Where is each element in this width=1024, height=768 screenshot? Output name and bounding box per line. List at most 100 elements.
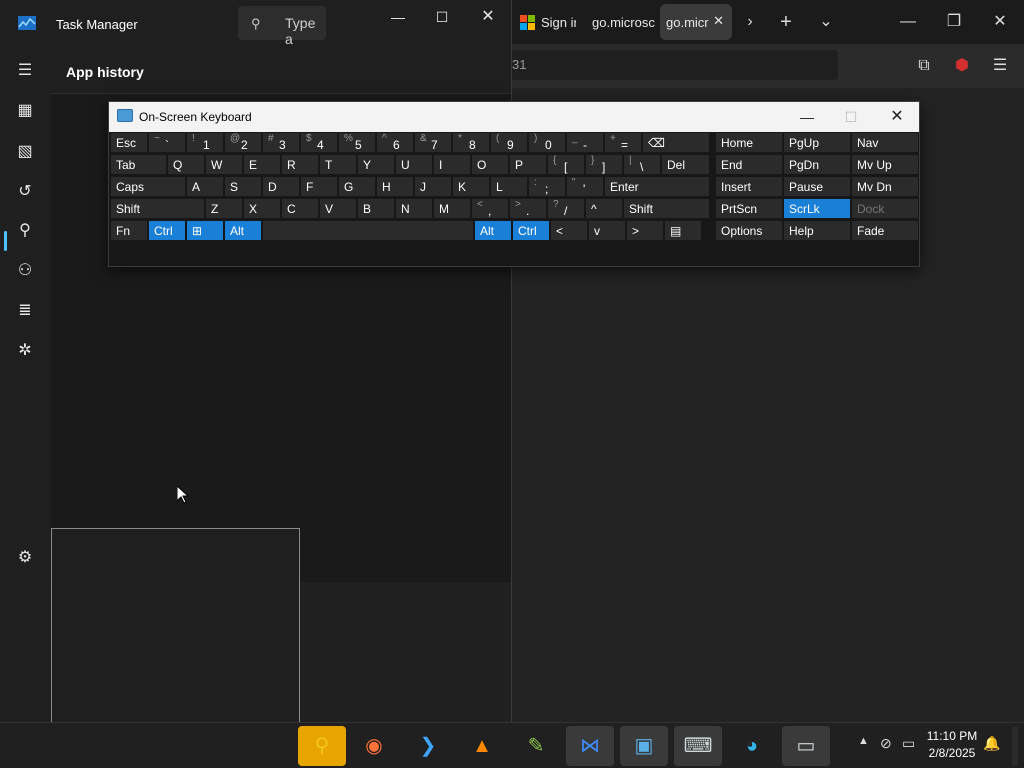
services-icon[interactable]: ✲ bbox=[12, 338, 38, 364]
key-sym8[interactable]: <, bbox=[471, 198, 509, 219]
key-sym4[interactable] bbox=[262, 220, 474, 241]
key-v[interactable]: v bbox=[588, 220, 626, 241]
key-sym9[interactable]: > bbox=[626, 220, 664, 241]
key-mvdn[interactable]: Mv Dn bbox=[851, 176, 919, 197]
key-options[interactable]: Options bbox=[715, 220, 783, 241]
app-history-icon[interactable]: ↺ bbox=[12, 179, 38, 205]
key-alt[interactable]: Alt bbox=[224, 220, 262, 241]
key-fn[interactable]: Fn bbox=[110, 220, 148, 241]
startup-apps-icon[interactable]: ⚲ bbox=[12, 218, 38, 244]
close-icon[interactable]: ✕ bbox=[466, 4, 510, 30]
key-sym12[interactable]: }] bbox=[585, 154, 623, 175]
key-nav[interactable]: Nav bbox=[851, 132, 919, 153]
firefox-icon[interactable]: ◉ bbox=[350, 726, 398, 766]
key-i[interactable]: I bbox=[433, 154, 471, 175]
key-sym11[interactable]: ^ bbox=[585, 198, 623, 219]
key-insert[interactable]: Insert bbox=[715, 176, 783, 197]
key-sym1[interactable]: ~ ` bbox=[148, 132, 186, 153]
key-q[interactable]: Q bbox=[167, 154, 205, 175]
key-sym10[interactable]: ▤ bbox=[664, 220, 702, 241]
key-0[interactable]: ) 0 bbox=[528, 132, 566, 153]
key-home[interactable]: Home bbox=[715, 132, 783, 153]
vscode-icon[interactable]: ❯ bbox=[404, 726, 452, 766]
key-z[interactable]: Z bbox=[205, 198, 243, 219]
tab-scroll-right-icon[interactable]: › bbox=[736, 8, 764, 36]
key-t[interactable]: T bbox=[319, 154, 357, 175]
key-pgdn[interactable]: PgDn bbox=[783, 154, 851, 175]
users-icon[interactable]: ⚇ bbox=[12, 258, 38, 284]
settings-icon[interactable]: ⚙ bbox=[12, 545, 38, 571]
key-sym7[interactable]: < bbox=[550, 220, 588, 241]
ublock-icon[interactable]: ⬢ bbox=[948, 52, 976, 80]
remote-desktop-icon[interactable]: ▭ bbox=[782, 726, 830, 766]
key-sym14[interactable]: ⌫ bbox=[642, 132, 710, 153]
key-k[interactable]: K bbox=[452, 176, 490, 197]
key-end[interactable]: End bbox=[715, 154, 783, 175]
clock[interactable]: 11:10 PM 2/8/2025 bbox=[926, 728, 978, 762]
details-icon[interactable]: ≣ bbox=[12, 298, 38, 324]
browser-menu-icon[interactable]: ☰ bbox=[986, 52, 1014, 80]
key-8[interactable]: * 8 bbox=[452, 132, 490, 153]
key-sym10[interactable]: ? / bbox=[547, 198, 585, 219]
key-3[interactable]: #3 bbox=[262, 132, 300, 153]
browser-tab-active[interactable]: go.micr ✕ bbox=[660, 4, 732, 40]
show-desktop-button[interactable] bbox=[1012, 727, 1018, 765]
key-6[interactable]: ^ 6 bbox=[376, 132, 414, 153]
minimize-icon[interactable]: — bbox=[787, 105, 827, 129]
key-esc[interactable]: Esc bbox=[110, 132, 148, 153]
key-e[interactable]: E bbox=[243, 154, 281, 175]
search-app-icon[interactable]: ⚲ bbox=[298, 726, 346, 766]
key-shift[interactable]: Shift bbox=[623, 198, 710, 219]
new-tab-icon[interactable]: + bbox=[772, 8, 800, 36]
key-7[interactable]: & 7 bbox=[414, 132, 452, 153]
address-bar[interactable]: 31 bbox=[510, 50, 838, 80]
key-fade[interactable]: Fade bbox=[851, 220, 919, 241]
processes-icon[interactable]: ▦ bbox=[12, 98, 38, 124]
key-sym12[interactable]: _ - bbox=[566, 132, 604, 153]
key-r[interactable]: R bbox=[281, 154, 319, 175]
key-2[interactable]: @2 bbox=[224, 132, 262, 153]
key-mvup[interactable]: Mv Up bbox=[851, 154, 919, 175]
search-box[interactable]: ⚲ Type a bbox=[238, 6, 326, 47]
key-sym11[interactable]: {[ bbox=[547, 154, 585, 175]
key-p[interactable]: P bbox=[509, 154, 547, 175]
key-sym10[interactable]: :; bbox=[528, 176, 566, 197]
key-shift[interactable]: Shift bbox=[110, 198, 205, 219]
restore-icon[interactable]: ❐ bbox=[940, 8, 968, 36]
key-4[interactable]: $4 bbox=[300, 132, 338, 153]
key-ctrl[interactable]: Ctrl bbox=[512, 220, 550, 241]
key-tab[interactable]: Tab bbox=[110, 154, 167, 175]
hamburger-menu-icon[interactable]: ☰ bbox=[12, 58, 38, 84]
key-sym11[interactable]: " ' bbox=[566, 176, 604, 197]
key-s[interactable]: S bbox=[224, 176, 262, 197]
key-pause[interactable]: Pause bbox=[783, 176, 851, 197]
minimize-icon[interactable]: — bbox=[376, 4, 420, 30]
close-tab-icon[interactable]: ✕ bbox=[713, 13, 724, 29]
key-help[interactable]: Help bbox=[783, 220, 851, 241]
key-x[interactable]: X bbox=[243, 198, 281, 219]
vlc-icon[interactable]: ▲ bbox=[458, 726, 506, 766]
performance-icon[interactable]: ▧ bbox=[12, 139, 38, 165]
edge-icon[interactable]: ◕ bbox=[728, 726, 776, 766]
key-n[interactable]: N bbox=[395, 198, 433, 219]
key-scrlk[interactable]: ScrLk bbox=[783, 198, 851, 219]
key-o[interactable]: O bbox=[471, 154, 509, 175]
key-l[interactable]: L bbox=[490, 176, 528, 197]
key-y[interactable]: Y bbox=[357, 154, 395, 175]
key-b[interactable]: B bbox=[357, 198, 395, 219]
key-u[interactable]: U bbox=[395, 154, 433, 175]
key-f[interactable]: F bbox=[300, 176, 338, 197]
key-5[interactable]: % 5 bbox=[338, 132, 376, 153]
key-caps[interactable]: Caps bbox=[110, 176, 186, 197]
key-w[interactable]: W bbox=[205, 154, 243, 175]
key-h[interactable]: H bbox=[376, 176, 414, 197]
display-icon[interactable]: ▭ bbox=[902, 735, 915, 752]
network-icon[interactable]: ⊘ bbox=[880, 735, 892, 752]
extensions-icon[interactable]: ⧉ bbox=[910, 52, 938, 80]
tab-list-chevron-icon[interactable]: ⌄ bbox=[812, 8, 840, 36]
key-v[interactable]: V bbox=[319, 198, 357, 219]
key-sym13[interactable]: | \ bbox=[623, 154, 661, 175]
key-d[interactable]: D bbox=[262, 176, 300, 197]
close-icon[interactable]: ✕ bbox=[877, 105, 917, 129]
key-enter[interactable]: Enter bbox=[604, 176, 710, 197]
